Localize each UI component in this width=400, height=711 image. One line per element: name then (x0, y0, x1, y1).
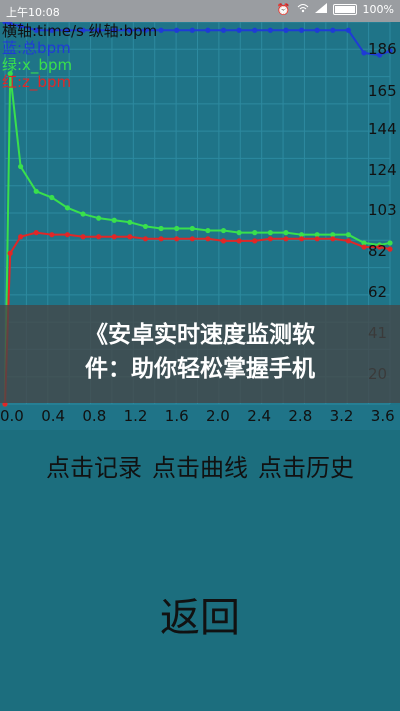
data-point-0 (174, 27, 180, 33)
x-tick-label: 3.2 (330, 407, 354, 425)
data-point-0 (267, 27, 273, 33)
data-point-1 (80, 211, 86, 217)
history-button[interactable]: 点击历史 (258, 448, 354, 488)
x-tick-label: 1.2 (124, 407, 148, 425)
data-point-2 (174, 236, 180, 242)
data-point-2 (298, 236, 305, 242)
data-point-2 (111, 234, 117, 240)
data-point-1 (345, 232, 351, 238)
x-tick-label: 2.0 (206, 407, 230, 425)
status-bar: 上午10:08 ⏰ 100% (0, 0, 400, 22)
alarm-icon: ⏰ (276, 3, 291, 16)
data-point-1 (33, 188, 39, 194)
data-point-1 (127, 219, 133, 225)
data-point-0 (220, 27, 227, 33)
data-point-0 (283, 27, 289, 33)
data-point-2 (96, 234, 102, 240)
data-point-2 (387, 246, 393, 252)
curve-button[interactable]: 点击曲线 (152, 448, 248, 488)
data-point-1 (205, 227, 211, 234)
x-tick-label: 1.6 (165, 407, 189, 425)
data-point-1 (158, 225, 164, 232)
data-point-1 (18, 163, 24, 170)
data-point-2 (158, 236, 164, 242)
back-button[interactable]: 返回 (0, 585, 400, 643)
legend-entry: 红:z_bpm (2, 73, 71, 92)
action-buttons: 点击记录 点击曲线 点击历史 (0, 448, 400, 488)
x-tick-label: 2.8 (288, 407, 312, 425)
data-point-0 (236, 27, 242, 33)
record-button[interactable]: 点击记录 (46, 448, 142, 488)
data-point-2 (267, 236, 273, 242)
data-point-0 (158, 27, 164, 33)
status-time: 上午10:08 (6, 6, 60, 19)
data-point-1 (252, 230, 258, 236)
data-point-0 (252, 27, 258, 33)
data-point-0 (298, 27, 305, 33)
y-tick-label: 124 (368, 161, 397, 179)
data-point-0 (189, 27, 195, 33)
data-point-1 (189, 225, 195, 232)
headline-line-1: 《安卓实时速度监测软 (85, 322, 315, 348)
data-point-2 (283, 236, 289, 242)
data-point-1 (64, 205, 71, 211)
data-point-2 (127, 234, 133, 240)
data-point-1 (96, 215, 102, 221)
x-tick-label: 0.8 (82, 407, 106, 425)
data-point-2 (220, 238, 227, 244)
data-point-2 (64, 232, 71, 238)
legend-entry: 蓝:总bpm (2, 39, 71, 57)
data-point-2 (314, 236, 320, 242)
data-point-1 (111, 217, 117, 223)
x-tick-label: 2.4 (247, 407, 271, 425)
y-tick-label: 82 (368, 242, 387, 260)
data-point-1 (267, 230, 273, 236)
chart-title: 横轴:time/s 纵轴:bpm (2, 22, 157, 40)
data-point-0 (345, 27, 351, 33)
data-point-2 (33, 230, 39, 236)
headline-text: 《安卓实时速度监测软 件：助你轻松掌握手机 (0, 318, 400, 386)
y-tick-label: 186 (368, 40, 397, 58)
data-point-2 (7, 250, 13, 256)
battery-level: 100% (362, 3, 394, 16)
y-tick-label: 103 (368, 201, 397, 219)
data-point-1 (49, 194, 55, 201)
data-point-2 (18, 234, 24, 240)
data-point-2 (205, 236, 211, 242)
data-point-2 (330, 236, 336, 242)
data-point-1 (142, 223, 149, 230)
y-tick-label: 165 (368, 82, 397, 100)
data-point-1 (174, 225, 180, 232)
data-point-2 (345, 238, 351, 244)
data-point-1 (387, 240, 393, 246)
data-point-2 (236, 238, 242, 244)
data-point-1 (283, 230, 289, 236)
battery-icon (332, 4, 357, 15)
status-icons: ⏰ 100% (277, 3, 394, 16)
x-tick-label: 0.4 (41, 407, 65, 425)
data-point-2 (80, 234, 86, 240)
y-tick-label: 144 (368, 120, 397, 138)
signal-icon (314, 3, 327, 16)
wifi-icon (297, 3, 309, 16)
data-point-2 (361, 244, 367, 250)
x-tick-label: 3.6 (371, 407, 395, 425)
data-point-1 (220, 227, 227, 234)
data-point-2 (142, 236, 149, 242)
data-point-0 (361, 50, 367, 56)
data-point-0 (314, 27, 320, 33)
data-point-1 (236, 230, 242, 236)
data-point-2 (189, 236, 195, 242)
data-point-2 (49, 232, 55, 238)
data-point-0 (205, 27, 211, 33)
x-tick-label: 0.0 (0, 407, 24, 425)
data-point-0 (330, 27, 336, 33)
data-point-2 (252, 238, 258, 244)
y-tick-label: 62 (368, 283, 387, 301)
headline-line-2: 件：助你轻松掌握手机 (85, 356, 315, 382)
